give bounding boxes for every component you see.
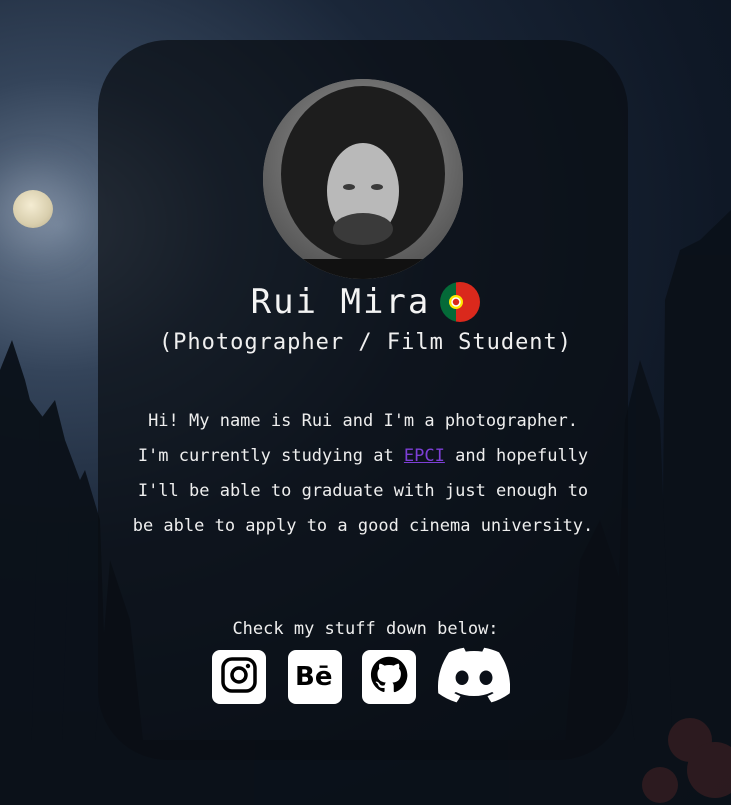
portugal-flag-icon (440, 282, 481, 322)
instagram-link[interactable] (212, 650, 266, 704)
avatar (263, 79, 463, 279)
github-icon (370, 656, 408, 698)
profile-subtitle: (Photographer / Film Student) (158, 330, 573, 355)
svg-text:Bē: Bē (295, 662, 332, 690)
bio-paragraph: Hi! My name is Rui and I'm a photographe… (128, 404, 598, 544)
socials-heading: Check my stuff down below: (232, 619, 499, 639)
profile-name: Rui Mira (250, 282, 431, 322)
epci-link[interactable]: EPCI (404, 446, 445, 466)
behance-link[interactable]: Bē (288, 650, 342, 704)
behance-icon: Bē (293, 660, 337, 694)
discord-icon (437, 647, 511, 707)
github-link[interactable] (362, 650, 416, 704)
name-row: Rui Mira (0, 282, 731, 322)
discord-link[interactable] (437, 647, 511, 707)
instagram-icon (220, 656, 258, 698)
